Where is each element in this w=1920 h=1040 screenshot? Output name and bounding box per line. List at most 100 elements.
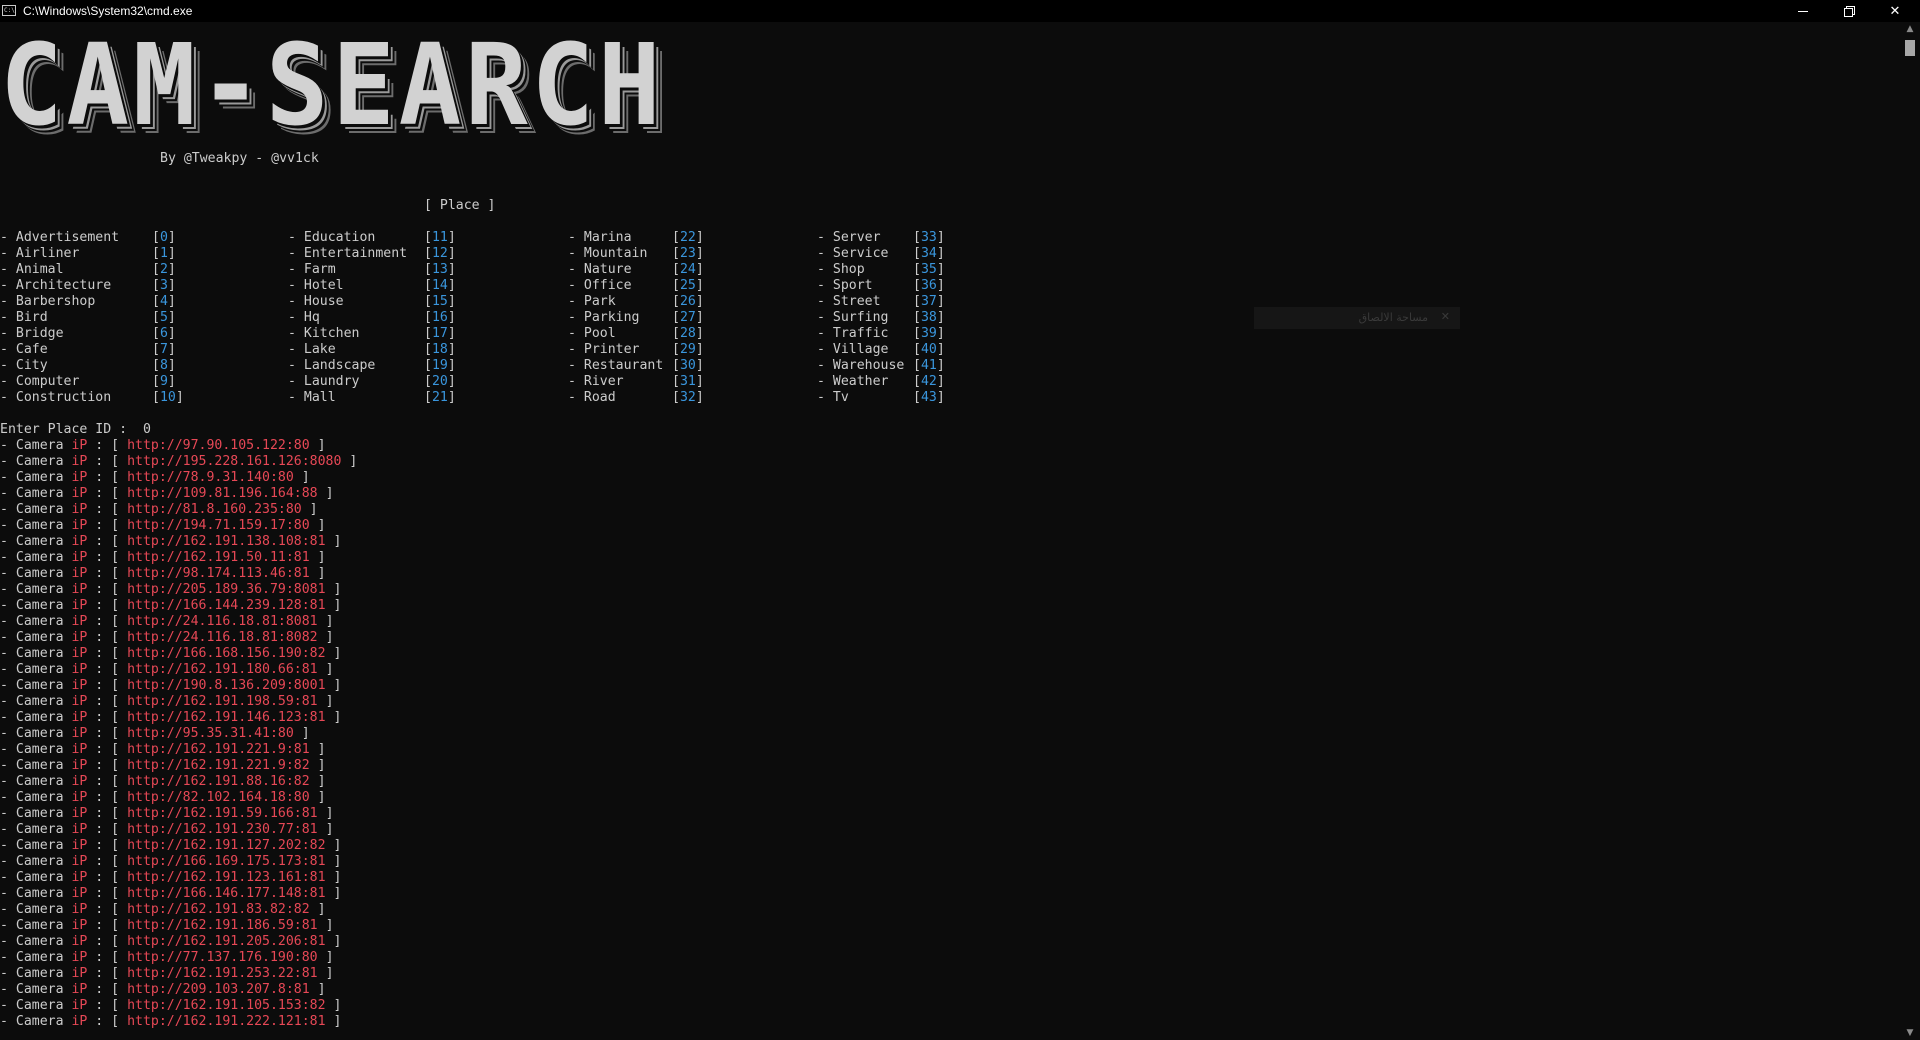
camera-url: http://162.191.105.153:82 bbox=[127, 998, 326, 1013]
camera-entry: - Camera iP : [ http://162.191.205.206:8… bbox=[0, 934, 357, 950]
place-option-id: [17] bbox=[424, 326, 456, 341]
place-option-label: - Tv bbox=[817, 390, 849, 405]
camera-prefix: - Camera bbox=[0, 582, 72, 597]
restore-button[interactable] bbox=[1826, 0, 1872, 22]
camera-prefix: - Camera bbox=[0, 662, 72, 677]
camera-suffix: ] bbox=[325, 870, 342, 885]
place-option-label: - Pool bbox=[568, 326, 616, 341]
scroll-thumb[interactable] bbox=[1905, 40, 1915, 56]
place-option-label: - Office bbox=[568, 278, 632, 293]
console-output[interactable]: CAM-SEARCH By @Tweakpy - @vv1ck [ Place … bbox=[0, 22, 1900, 1040]
camera-separator: : [ bbox=[87, 694, 128, 709]
place-option-label: - Architecture bbox=[0, 278, 112, 293]
camera-entry: - Camera iP : [ http://162.191.180.66:81… bbox=[0, 662, 357, 678]
place-id-prompt: Enter Place ID : 0 bbox=[0, 422, 151, 438]
camera-url: http://81.8.160.235:80 bbox=[127, 502, 302, 517]
close-icon[interactable]: ✕ bbox=[1441, 310, 1450, 323]
place-option-id: [39] bbox=[913, 326, 945, 341]
camera-separator: : [ bbox=[87, 598, 128, 613]
camera-separator: : [ bbox=[87, 630, 128, 645]
place-option-label: - Barbershop bbox=[0, 294, 96, 309]
camera-separator: : [ bbox=[87, 534, 128, 549]
camera-separator: : [ bbox=[87, 838, 128, 853]
camera-entry: - Camera iP : [ http://78.9.31.140:80 ] bbox=[0, 470, 357, 486]
camera-url: http://162.191.198.59:81 bbox=[127, 694, 318, 709]
camera-url: http://162.191.221.9:81 bbox=[127, 742, 310, 757]
place-option-id: [1] bbox=[152, 246, 176, 261]
camera-url: http://24.116.18.81:8082 bbox=[127, 630, 318, 645]
place-option-label: - Cafe bbox=[0, 342, 48, 357]
camera-url: http://162.191.88.16:82 bbox=[127, 774, 310, 789]
minimize-button[interactable] bbox=[1780, 0, 1826, 22]
place-option-id: [26] bbox=[672, 294, 704, 309]
camera-separator: : [ bbox=[87, 566, 128, 581]
camera-ip-label: iP bbox=[71, 598, 88, 613]
scroll-up-icon[interactable]: ▲ bbox=[1900, 22, 1920, 36]
camera-entry: - Camera iP : [ http://166.146.177.148:8… bbox=[0, 886, 357, 902]
place-option-label: - Construction bbox=[0, 390, 112, 405]
scroll-down-icon[interactable]: ▼ bbox=[1900, 1026, 1920, 1040]
place-option-label: - Mountain bbox=[568, 246, 648, 261]
camera-separator: : [ bbox=[87, 982, 128, 997]
camera-suffix: ] bbox=[325, 678, 342, 693]
camera-suffix: ] bbox=[325, 1014, 342, 1029]
place-option-id: [5] bbox=[152, 310, 176, 325]
camera-url: http://162.191.180.66:81 bbox=[127, 662, 318, 677]
camera-prefix: - Camera bbox=[0, 822, 72, 837]
place-option-label: - Marina bbox=[568, 230, 632, 245]
camera-ip-label: iP bbox=[71, 934, 88, 949]
cmd-app-icon[interactable]: C:\ bbox=[2, 5, 16, 16]
place-option-id: [0] bbox=[152, 230, 176, 245]
camera-suffix: ] bbox=[317, 822, 334, 837]
place-option-label: - Bird bbox=[0, 310, 48, 325]
camera-url: http://205.189.36.79:8081 bbox=[127, 582, 326, 597]
title-bar[interactable]: C:\ C:\Windows\System32\cmd.exe ✕ bbox=[0, 0, 1920, 22]
camera-url: http://109.81.196.164:88 bbox=[127, 486, 318, 501]
overlay-label: مساحة الالصاق bbox=[1358, 311, 1428, 324]
paste-area-overlay[interactable]: مساحة الالصاق ✕ bbox=[1254, 307, 1460, 329]
place-option-label: - Parking bbox=[568, 310, 640, 325]
place-option-id: [23] bbox=[672, 246, 704, 261]
camera-entry: - Camera iP : [ http://77.137.176.190:80… bbox=[0, 950, 357, 966]
camera-separator: : [ bbox=[87, 710, 128, 725]
vertical-scrollbar[interactable]: ▲ ▼ bbox=[1900, 22, 1920, 1040]
camera-ip-label: iP bbox=[71, 550, 88, 565]
camera-prefix: - Camera bbox=[0, 566, 72, 581]
camera-prefix: - Camera bbox=[0, 630, 72, 645]
camera-ip-label: iP bbox=[71, 486, 88, 501]
camera-entry: - Camera iP : [ http://205.189.36.79:808… bbox=[0, 582, 357, 598]
camera-separator: : [ bbox=[87, 518, 128, 533]
camera-entry: - Camera iP : [ http://162.191.88.16:82 … bbox=[0, 774, 357, 790]
place-id-input-value[interactable]: 0 bbox=[143, 422, 151, 437]
place-section-header: [ Place ] bbox=[424, 198, 496, 213]
camera-entry: - Camera iP : [ http://162.191.50.11:81 … bbox=[0, 550, 357, 566]
place-option-label: - Animal bbox=[0, 262, 64, 277]
place-option-label: - Education bbox=[288, 230, 376, 245]
camera-separator: : [ bbox=[87, 998, 128, 1013]
camera-suffix: ] bbox=[325, 646, 342, 661]
close-button[interactable]: ✕ bbox=[1872, 0, 1918, 22]
camera-suffix: ] bbox=[317, 966, 334, 981]
camera-separator: : [ bbox=[87, 454, 128, 469]
camera-url: http://82.102.164.18:80 bbox=[127, 790, 310, 805]
camera-ip-label: iP bbox=[71, 678, 88, 693]
place-option-id: [29] bbox=[672, 342, 704, 357]
camera-separator: : [ bbox=[87, 758, 128, 773]
camera-ip-label: iP bbox=[71, 502, 88, 517]
camera-entry: - Camera iP : [ http://98.174.113.46:81 … bbox=[0, 566, 357, 582]
place-option-id: [28] bbox=[672, 326, 704, 341]
camera-entry: - Camera iP : [ http://166.169.175.173:8… bbox=[0, 854, 357, 870]
camera-suffix: ] bbox=[309, 790, 326, 805]
place-option-id: [41] bbox=[913, 358, 945, 373]
camera-separator: : [ bbox=[87, 662, 128, 677]
place-option-label: - Advertisement bbox=[0, 230, 120, 245]
place-option-id: [3] bbox=[152, 278, 176, 293]
camera-url: http://162.191.205.206:81 bbox=[127, 934, 326, 949]
camera-suffix: ] bbox=[309, 902, 326, 917]
place-option-label: - Restaurant bbox=[568, 358, 664, 373]
camera-prefix: - Camera bbox=[0, 534, 72, 549]
camera-prefix: - Camera bbox=[0, 550, 72, 565]
place-option-id: [22] bbox=[672, 230, 704, 245]
place-option-label: - Computer bbox=[0, 374, 80, 389]
camera-separator: : [ bbox=[87, 886, 128, 901]
